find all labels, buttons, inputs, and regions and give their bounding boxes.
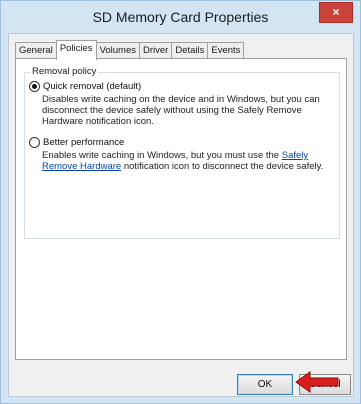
ok-button[interactable]: OK	[237, 374, 293, 395]
quick-removal-radio[interactable]	[29, 81, 40, 92]
tab-driver[interactable]: Driver	[139, 42, 173, 59]
tab-details[interactable]: Details	[171, 42, 209, 59]
removal-policy-group: Removal policy Quick removal (default) D…	[24, 66, 340, 239]
better-performance-text-end: notification icon to disconnect the devi…	[123, 161, 324, 172]
tab-general[interactable]: General	[15, 42, 57, 59]
tab-events[interactable]: Events	[207, 42, 245, 59]
better-performance-radio[interactable]	[29, 137, 40, 148]
better-performance-description: Enables write caching in Windows, but yo…	[42, 150, 332, 172]
window-title: SD Memory Card Properties	[92, 9, 269, 25]
policies-tab-page: Removal policy Quick removal (default) D…	[15, 58, 347, 360]
tab-volumes[interactable]: Volumes	[95, 42, 140, 59]
tab-strip: General Policies Volumes Driver Details …	[15, 40, 245, 60]
quick-removal-label[interactable]: Quick removal (default)	[43, 81, 141, 92]
quick-removal-description: Disables write caching on the device and…	[42, 94, 320, 127]
removal-policy-label: Removal policy	[30, 66, 99, 77]
better-performance-label[interactable]: Better performance	[43, 137, 124, 148]
close-button[interactable]: ×	[319, 2, 353, 23]
dialog-client-area: General Policies Volumes Driver Details …	[8, 33, 354, 397]
quick-removal-option[interactable]: Quick removal (default)	[29, 81, 141, 92]
properties-dialog: SD Memory Card Properties × General Poli…	[0, 0, 361, 404]
red-arrow-icon	[295, 371, 339, 393]
title-bar[interactable]: SD Memory Card Properties ×	[1, 1, 360, 33]
better-performance-option[interactable]: Better performance	[29, 137, 124, 148]
better-performance-text-start: Enables write caching in Windows, but yo…	[42, 150, 280, 161]
tab-policies[interactable]: Policies	[55, 40, 97, 60]
